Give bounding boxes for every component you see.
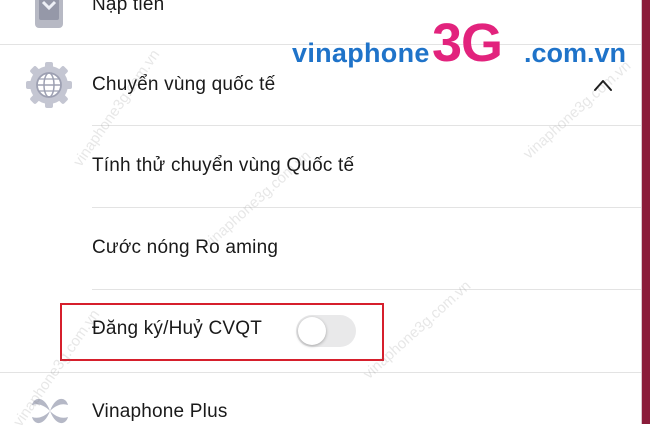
menu-item-label: Nạp tiền	[92, 0, 165, 15]
chevron-up-icon[interactable]	[593, 78, 613, 97]
vinaphone-logo-icon	[28, 391, 72, 436]
highlight-annotation-box	[60, 303, 384, 361]
brand-domain: .com.vn	[524, 38, 627, 68]
menu-item-vinaphone-plus[interactable]: Vinaphone Plus	[0, 373, 642, 424]
phone-card-icon	[33, 0, 65, 35]
menu-item-label: Cước nóng Ro aming	[92, 237, 279, 258]
menu-item-roaming-calculator[interactable]: Tính thử chuyển vùng Quốc tế	[0, 126, 642, 206]
right-edge-bar	[642, 0, 650, 424]
globe-gear-icon	[26, 62, 72, 113]
brand-3g: 3G	[432, 13, 503, 73]
brand-name: vinaphone	[292, 38, 430, 68]
menu-item-roaming-hot-charges[interactable]: Cước nóng Ro aming	[0, 208, 642, 288]
menu-item-label: Chuyển vùng quốc tế	[92, 74, 276, 95]
menu-item-label: Tính thử chuyển vùng Quốc tế	[92, 155, 355, 176]
menu-item-label: Vinaphone Plus	[92, 401, 228, 422]
